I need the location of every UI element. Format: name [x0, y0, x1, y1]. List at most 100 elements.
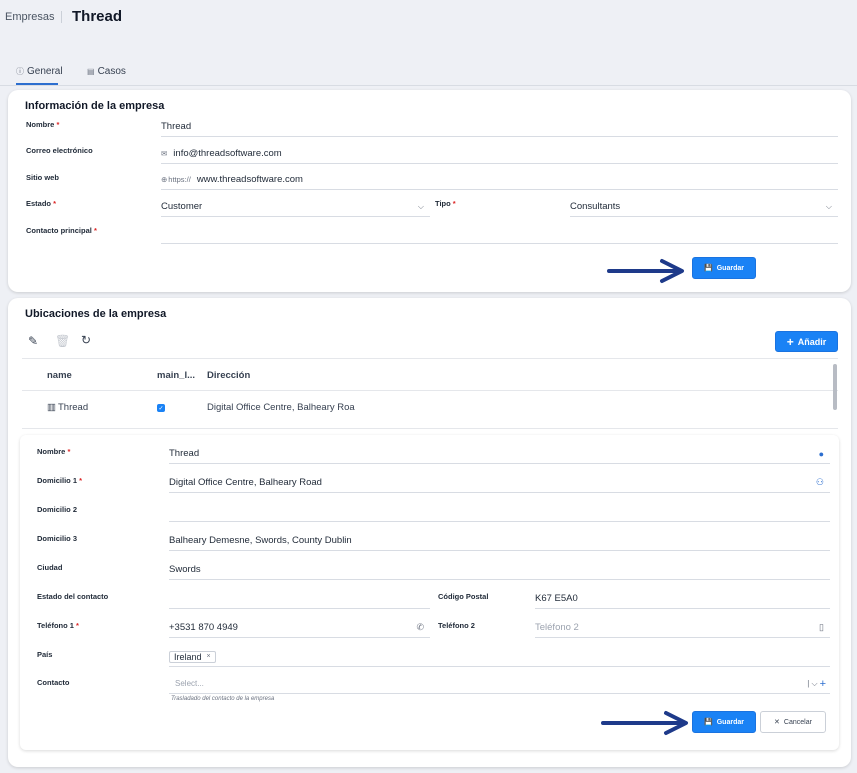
- grid-header-name[interactable]: name: [47, 370, 72, 381]
- loc-phone1-value: +3531 870 4949: [169, 622, 238, 633]
- mobile-icon[interactable]: ▯: [819, 622, 824, 633]
- cases-icon: ▤: [87, 67, 95, 76]
- grid-scrollbar[interactable]: [833, 364, 837, 410]
- location-save-label: Guardar: [716, 718, 744, 726]
- loc-address1-field[interactable]: Digital Office Centre, Balheary Road ⚇: [169, 473, 830, 493]
- loc-phone2-label: Teléfono 2: [438, 621, 475, 630]
- phone-icon[interactable]: ✆: [416, 622, 424, 633]
- company-email-label: Correo electrónico: [26, 146, 93, 155]
- loc-name-label: Nombre *: [37, 447, 71, 456]
- info-icon: ⓘ: [16, 67, 24, 76]
- loc-postal-label: Código Postal: [438, 592, 489, 601]
- loc-address2-label: Domicilio 2: [37, 505, 78, 514]
- company-website-value: www.threadsoftware.com: [196, 174, 303, 185]
- loc-contact-hint: Trasladado del contacto de la empresa: [171, 696, 275, 702]
- loc-country-field[interactable]: Ireland ×: [169, 647, 830, 667]
- company-state-select[interactable]: Customer ⌵: [161, 197, 430, 217]
- table-row[interactable]: ▥ Thread ✓ Digital Office Centre, Balhea…: [22, 394, 832, 418]
- location-save-button[interactable]: 💾 Guardar: [692, 711, 756, 733]
- add-location-label: Añadir: [797, 336, 827, 347]
- company-state-value: Customer: [161, 201, 203, 212]
- loc-address1-label: Domicilio 1 *: [37, 476, 83, 485]
- save-icon: 💾: [704, 265, 713, 272]
- location-cancel-button[interactable]: ✕ Cancelar: [760, 711, 826, 733]
- tab-general[interactable]: ⓘ General: [16, 66, 63, 77]
- loc-phone1-label: Teléfono 1 *: [37, 621, 79, 630]
- trash-icon[interactable]: 🗑: [55, 334, 70, 348]
- website-prefix: https://: [168, 175, 191, 184]
- company-section-title: Información de la empresa: [25, 100, 165, 112]
- location-cancel-label: Cancelar: [783, 718, 812, 726]
- map-pin-icon[interactable]: ●: [819, 449, 824, 459]
- building-icon: ▥: [47, 402, 56, 413]
- edit-icon[interactable]: ✎: [28, 334, 38, 348]
- tab-casos[interactable]: ▤ Casos: [87, 66, 126, 77]
- loc-phone2-field[interactable]: Teléfono 2 ▯: [535, 618, 830, 638]
- company-type-select[interactable]: Consultants ⌵: [570, 197, 838, 217]
- loc-country-label: País: [37, 650, 53, 659]
- arrow-right-icon: [607, 259, 684, 283]
- chevron-down-icon: ⌵: [825, 201, 832, 211]
- grid-bottom-divider: [22, 428, 838, 429]
- refresh-icon[interactable]: ↻: [81, 333, 91, 347]
- add-location-button[interactable]: + Añadir: [775, 331, 838, 352]
- row-address: Digital Office Centre, Balheary Roa: [207, 402, 355, 413]
- loc-contact-placeholder: Select...: [175, 679, 204, 688]
- company-contact-label: Contacto principal *: [26, 226, 97, 235]
- locations-card: Ubicaciones de la empresa ✎ 🗑 ↻ + Añadir…: [8, 298, 851, 767]
- tabs-divider: [0, 85, 857, 86]
- loc-postal-field[interactable]: K67 E5A0: [535, 589, 830, 609]
- company-type-label: Tipo *: [435, 199, 456, 208]
- location-form-card: Nombre * Thread ● Domicilio 1 * Digital …: [20, 435, 839, 750]
- company-save-button[interactable]: 💾 Guardar: [692, 257, 756, 279]
- loc-city-label: Ciudad: [37, 563, 63, 572]
- grid-header-address[interactable]: Dirección: [207, 370, 250, 381]
- country-chip[interactable]: Ireland ×: [169, 650, 216, 663]
- loc-contact-state-label: Estado del contacto: [37, 592, 109, 601]
- chevron-down-icon: ⌵: [417, 201, 424, 211]
- save-icon: 💾: [704, 719, 713, 726]
- company-type-value: Consultants: [570, 201, 621, 212]
- loc-postal-value: K67 E5A0: [535, 593, 578, 604]
- close-icon: ✕: [774, 719, 780, 726]
- company-save-label: Guardar: [716, 264, 744, 272]
- arrow-right-icon: [601, 711, 688, 735]
- company-website-field[interactable]: ⊕ https:// www.threadsoftware.com: [161, 170, 838, 190]
- company-state-label: Estado *: [26, 199, 57, 208]
- locations-section-title: Ubicaciones de la empresa: [25, 308, 167, 320]
- company-name-value: Thread: [161, 121, 192, 132]
- loc-contact-select[interactable]: Select... | ⌵ +: [169, 674, 830, 694]
- breadcrumb-divider: [61, 11, 62, 23]
- company-website-label: Sitio web: [26, 173, 59, 182]
- row-name: Thread: [58, 402, 89, 413]
- loc-contact-label: Contacto: [37, 678, 70, 687]
- company-name-field[interactable]: Thread: [161, 117, 838, 137]
- grid-header-main[interactable]: main_l...: [157, 370, 195, 381]
- chevron-down-icon[interactable]: | ⌵: [807, 679, 817, 689]
- mail-icon: ✉: [161, 149, 168, 158]
- grid-header-divider: [22, 390, 838, 391]
- company-name-label: Nombre *: [26, 120, 60, 129]
- loc-address3-field[interactable]: Balheary Demesne, Swords, County Dublin: [169, 531, 830, 551]
- country-chip-label: Ireland: [174, 651, 202, 662]
- globe-icon: ⊕: [161, 175, 168, 184]
- loc-address2-field[interactable]: [169, 502, 830, 522]
- loc-phone1-field[interactable]: +3531 870 4949 ✆: [169, 618, 430, 638]
- plus-icon[interactable]: +: [820, 678, 826, 690]
- loc-address3-value: Balheary Demesne, Swords, County Dublin: [169, 535, 352, 546]
- loc-name-field[interactable]: Thread ●: [169, 444, 830, 464]
- person-search-icon[interactable]: ⚇: [816, 477, 824, 488]
- loc-city-field[interactable]: Swords: [169, 560, 830, 580]
- loc-name-value: Thread: [169, 448, 200, 459]
- company-email-field[interactable]: ✉ info@threadsoftware.com: [161, 144, 838, 164]
- tab-casos-label: Casos: [97, 66, 126, 77]
- company-email-value: info@threadsoftware.com: [173, 148, 282, 159]
- plus-icon: +: [786, 334, 794, 349]
- loc-contact-state-field[interactable]: [169, 589, 430, 609]
- main-location-checkbox[interactable]: ✓: [157, 404, 165, 412]
- close-icon[interactable]: ×: [207, 653, 211, 660]
- loc-address3-label: Domicilio 3: [37, 534, 78, 543]
- company-contact-field[interactable]: [161, 224, 838, 244]
- breadcrumb-parent-link[interactable]: Empresas: [5, 11, 55, 23]
- loc-city-value: Swords: [169, 564, 201, 575]
